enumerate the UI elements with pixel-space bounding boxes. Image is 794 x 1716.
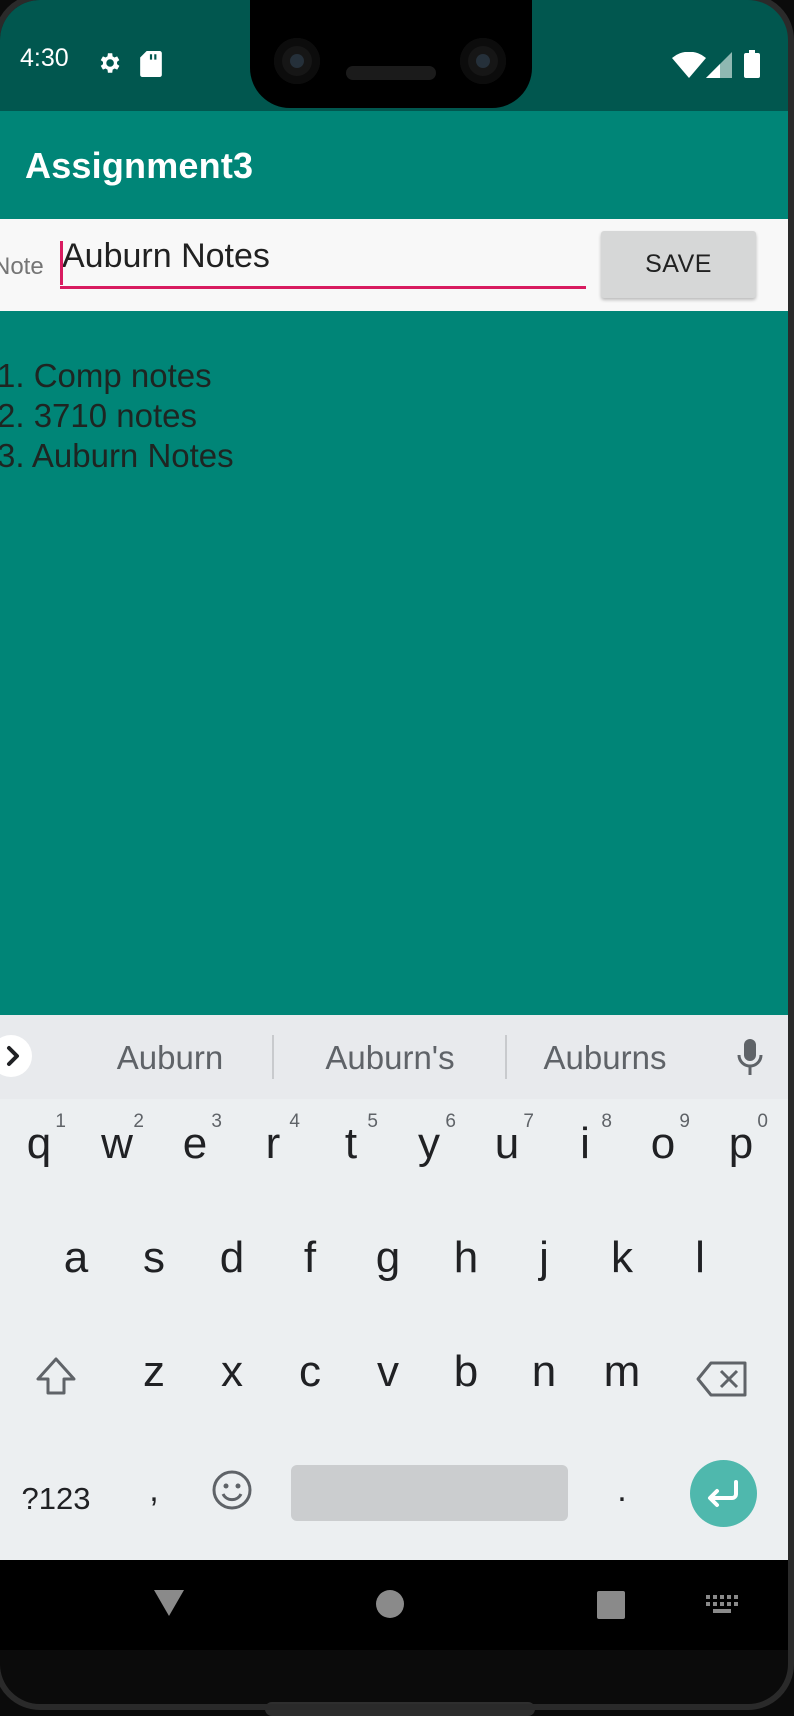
suggestion-2[interactable]: Auburn's <box>290 1039 490 1077</box>
key-k[interactable]: k <box>583 1213 661 1313</box>
note-item: 3. Auburn Notes <box>0 437 234 474</box>
keyboard-switch-button[interactable] <box>706 1595 738 1618</box>
key-e[interactable]: e3 <box>156 1099 234 1199</box>
key-x[interactable]: x <box>193 1327 271 1427</box>
notes-content: 1. Comp notes 2. 3710 notes 3. Auburn No… <box>0 311 790 1015</box>
key-j[interactable]: j <box>505 1213 583 1313</box>
key-o[interactable]: o9 <box>624 1099 702 1199</box>
gear-icon <box>100 53 120 73</box>
battery-icon <box>744 50 760 78</box>
shift-key[interactable] <box>17 1327 95 1427</box>
key-h[interactable]: h <box>427 1213 505 1313</box>
key-y[interactable]: y6 <box>390 1099 468 1199</box>
back-icon <box>154 1590 184 1616</box>
backspace-key[interactable] <box>683 1327 761 1427</box>
enter-icon <box>708 1480 738 1507</box>
recents-button[interactable] <box>596 1590 626 1623</box>
expand-suggestions-icon <box>7 1046 19 1066</box>
soft-keyboard: Auburn Auburn's Auburns q1 w2 e3 r4 t5 y… <box>0 1015 790 1560</box>
note-input[interactable] <box>60 227 586 289</box>
key-n[interactable]: n <box>505 1327 583 1427</box>
app-title: Assignment3 <box>25 145 254 186</box>
signal-icon <box>706 52 732 78</box>
mic-icon[interactable] <box>735 1037 765 1077</box>
suggestion-divider <box>272 1035 274 1079</box>
sdcard-icon <box>140 51 162 77</box>
camera-notch <box>250 0 532 108</box>
recents-icon <box>597 1591 625 1619</box>
space-key[interactable] <box>291 1465 568 1521</box>
wifi-icon <box>672 52 706 78</box>
key-t[interactable]: t5 <box>312 1099 390 1199</box>
front-camera <box>460 38 506 84</box>
status-time: 4:30 <box>20 44 69 72</box>
key-w[interactable]: w2 <box>78 1099 156 1199</box>
device-screen: 4:30 Assignment3 Note SAVE 1. Comp not <box>0 0 790 1650</box>
notes-list: 1. Comp notes 2. 3710 notes 3. Auburn No… <box>0 356 234 476</box>
text-cursor <box>60 241 63 285</box>
key-i[interactable]: i8 <box>546 1099 624 1199</box>
suggestion-3[interactable]: Auburns <box>515 1039 695 1077</box>
suggestion-strip: Auburn Auburn's Auburns <box>0 1015 790 1099</box>
note-item: 1. Comp notes <box>0 357 212 394</box>
front-camera <box>274 38 320 84</box>
key-m[interactable]: m <box>583 1327 661 1427</box>
navigation-bar <box>0 1560 790 1650</box>
key-a[interactable]: a <box>37 1213 115 1313</box>
comma-key[interactable]: , <box>115 1441 193 1541</box>
key-c[interactable]: c <box>271 1327 349 1427</box>
key-l[interactable]: l <box>661 1213 739 1313</box>
back-button[interactable] <box>152 1588 186 1621</box>
expand-suggestions-button[interactable] <box>0 1035 32 1077</box>
symbols-key[interactable]: ?123 <box>14 1469 98 1529</box>
suggestion-divider <box>505 1035 507 1079</box>
save-button[interactable]: SAVE <box>601 231 756 298</box>
app-bar: Assignment3 <box>0 111 790 219</box>
note-input-row: Note SAVE <box>0 219 790 311</box>
key-s[interactable]: s <box>115 1213 193 1313</box>
note-item: 2. 3710 notes <box>0 397 197 434</box>
keys-area: q1 w2 e3 r4 t5 y6 u7 i8 o9 p0 a s d f g … <box>0 1099 790 1560</box>
earpiece <box>346 66 436 80</box>
backspace-icon <box>696 1361 747 1397</box>
period-key[interactable]: . <box>583 1441 661 1541</box>
key-z[interactable]: z <box>115 1327 193 1427</box>
key-p[interactable]: p0 <box>702 1099 780 1199</box>
note-label: Note <box>0 253 44 280</box>
shift-icon <box>36 1357 76 1395</box>
key-u[interactable]: u7 <box>468 1099 546 1199</box>
suggestion-1[interactable]: Auburn <box>80 1039 260 1077</box>
home-button[interactable] <box>375 1589 405 1622</box>
emoji-key[interactable] <box>193 1441 271 1541</box>
key-q[interactable]: q1 <box>0 1099 78 1199</box>
home-icon <box>376 1590 404 1618</box>
emoji-icon <box>212 1470 252 1510</box>
enter-key[interactable] <box>690 1460 757 1527</box>
key-f[interactable]: f <box>271 1213 349 1313</box>
key-d[interactable]: d <box>193 1213 271 1313</box>
key-b[interactable]: b <box>427 1327 505 1427</box>
key-r[interactable]: r4 <box>234 1099 312 1199</box>
key-v[interactable]: v <box>349 1327 427 1427</box>
key-g[interactable]: g <box>349 1213 427 1313</box>
keyboard-switch-icon <box>706 1595 738 1613</box>
